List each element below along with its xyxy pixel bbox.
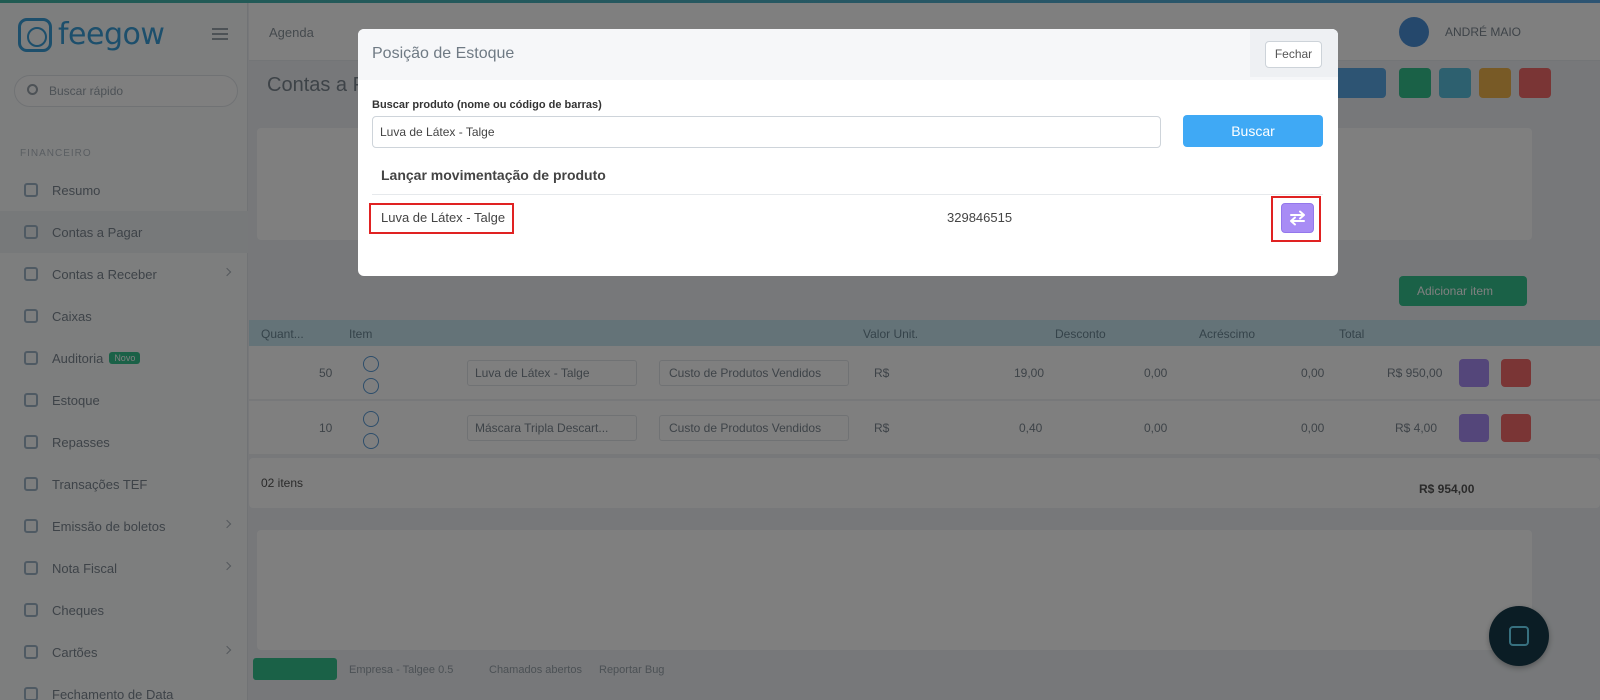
close-button[interactable]: Fechar xyxy=(1265,41,1322,68)
search-button[interactable]: Buscar xyxy=(1183,115,1323,147)
swap-arrows-icon xyxy=(1290,210,1305,226)
divider xyxy=(372,194,1323,195)
section-title: Lançar movimentação de produto xyxy=(381,167,606,183)
modal-close-area: Fechar xyxy=(1250,29,1338,77)
search-label: Buscar produto (nome ou código de barras… xyxy=(372,99,602,111)
modal-header: Posição de Estoque Fechar xyxy=(358,29,1338,80)
stock-movement-button[interactable] xyxy=(1281,203,1314,233)
modal-title: Posição de Estoque xyxy=(372,45,515,62)
product-search-input[interactable] xyxy=(372,116,1161,148)
product-name[interactable]: Luva de Látex - Talge xyxy=(381,210,505,225)
product-barcode: 329846515 xyxy=(947,210,1013,225)
stock-position-modal: Posição de Estoque Fechar Buscar produto… xyxy=(358,29,1338,276)
